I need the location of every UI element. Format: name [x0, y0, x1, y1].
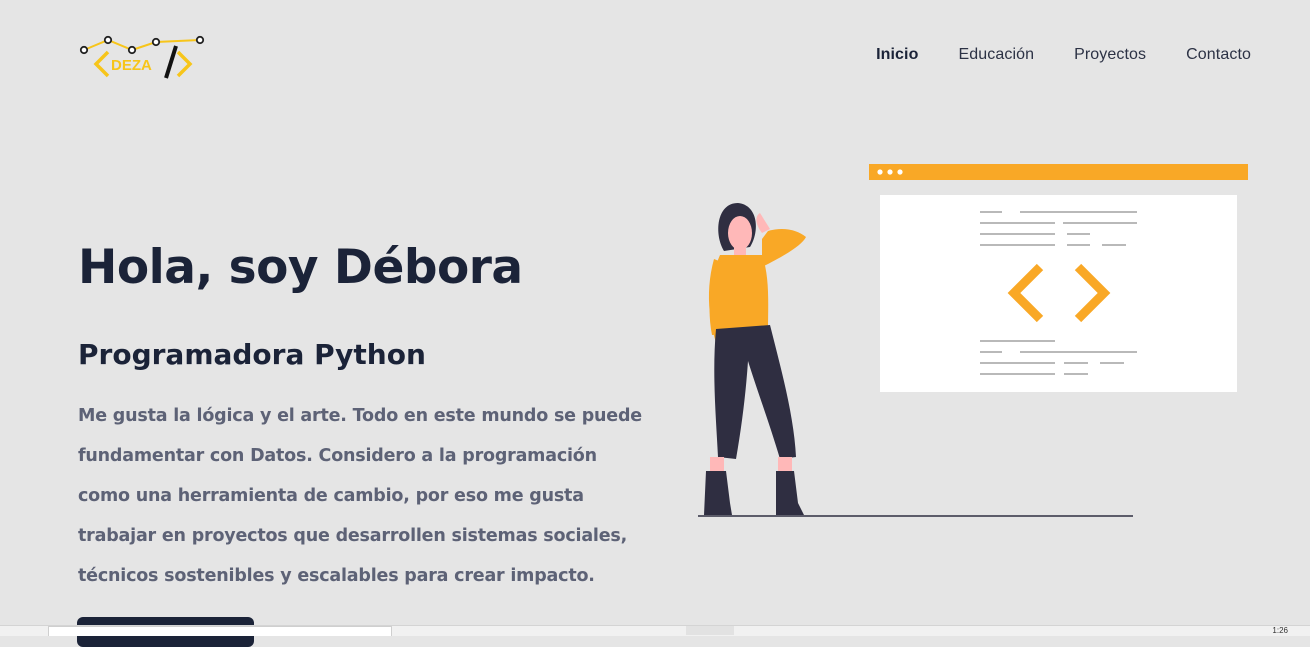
hero-illustration — [690, 155, 1260, 525]
logo[interactable]: DEZA — [78, 32, 206, 84]
browser-window-icon — [869, 164, 1248, 392]
nav-item-contacto[interactable]: Contacto — [1186, 46, 1251, 64]
taskbar-app-button[interactable] — [686, 626, 734, 635]
woman-figure-icon — [704, 203, 806, 515]
nav-item-proyectos[interactable]: Proyectos — [1074, 46, 1146, 64]
logo-mark-icon: DEZA — [79, 35, 205, 79]
taskbar-clock: 1:26 — [1272, 626, 1288, 635]
main-nav: Inicio Educación Proyectos Contacto — [876, 46, 1251, 64]
logo-text: DEZA — [111, 57, 152, 74]
nav-item-educacion[interactable]: Educación — [958, 46, 1034, 64]
hero-title: Hola, soy Débora — [78, 240, 523, 295]
nav-item-inicio[interactable]: Inicio — [876, 46, 918, 64]
hero-description: Me gusta la lógica y el arte. Todo en es… — [78, 406, 642, 586]
hero-subtitle: Programadora Python — [78, 338, 426, 371]
